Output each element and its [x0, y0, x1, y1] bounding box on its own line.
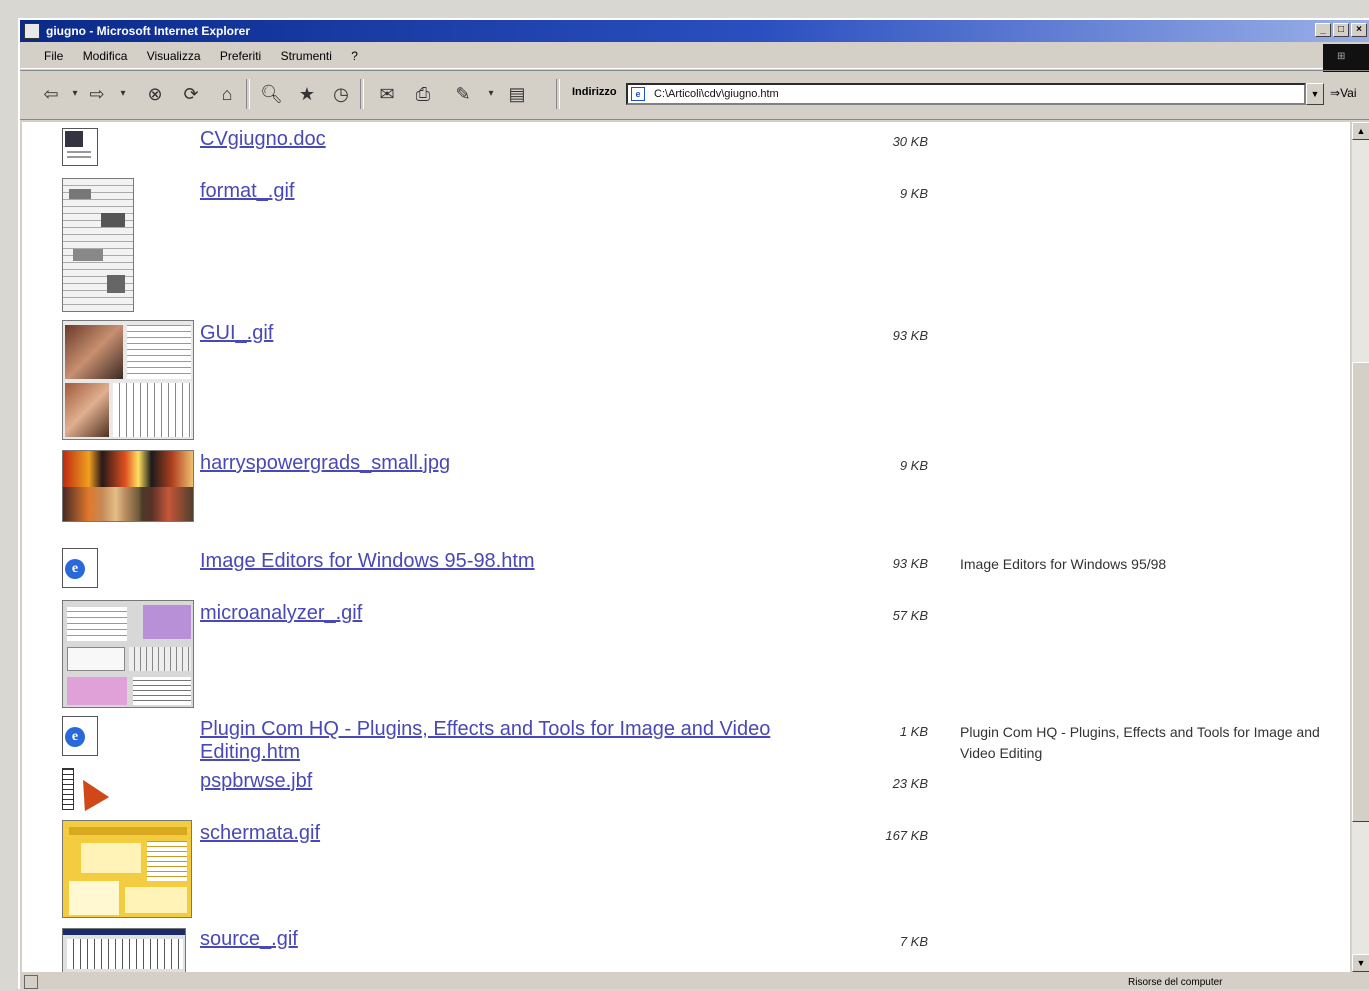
file-link[interactable]: microanalyzer_.gif	[200, 602, 830, 625]
menu-bar: File Modifica Visualizza Preferiti Strum…	[20, 44, 1369, 69]
file-size: 93 KB	[892, 556, 928, 571]
list-item: harryspowergrads_small.jpg 9 KB	[22, 450, 1350, 528]
window-controls: _ □ ×	[1315, 23, 1367, 37]
schermata-thumbnail[interactable]	[62, 820, 192, 918]
maximize-button[interactable]: □	[1333, 23, 1349, 37]
minimize-button[interactable]: _	[1315, 23, 1331, 37]
refresh-icon[interactable]: ⟳	[180, 83, 202, 105]
list-item: e Plugin Com HQ - Plugins, Effects and T…	[22, 716, 1350, 766]
format-thumbnail[interactable]	[62, 178, 134, 312]
file-size: 93 KB	[892, 328, 928, 343]
address-input[interactable]: e C:\Articoli\cdv\giugno.htm	[626, 83, 1306, 105]
file-size: 1 KB	[899, 724, 928, 739]
file-link[interactable]: CVgiugno.doc	[200, 128, 830, 151]
menu-file[interactable]: File	[44, 44, 63, 68]
file-link[interactable]: Image Editors for Windows 95-98.htm	[200, 550, 830, 573]
search-icon[interactable]: 🔍︎	[260, 83, 283, 105]
file-size: 9 KB	[899, 186, 928, 201]
gradients-thumbnail[interactable]	[62, 450, 194, 522]
address-label: Indirizzo	[572, 86, 617, 98]
address-value: C:\Articoli\cdv\giugno.htm	[654, 88, 779, 100]
page-status-icon	[24, 975, 38, 989]
list-item: pspbrwse.jbf 23 KB	[22, 768, 1350, 818]
edit-icon[interactable]: ✎	[452, 83, 474, 105]
address-dropdown-icon[interactable]: ▼	[1306, 83, 1324, 105]
menu-preferiti[interactable]: Preferiti	[220, 44, 261, 68]
windows-logo-throbber: ⊞	[1323, 44, 1369, 72]
file-size: 23 KB	[892, 776, 928, 791]
menu-help[interactable]: ?	[351, 44, 358, 68]
list-item: microanalyzer_.gif 57 KB	[22, 600, 1350, 716]
vertical-scrollbar[interactable]: ▲ ▼	[1352, 122, 1369, 972]
toolbar-separator	[246, 79, 250, 109]
print-icon[interactable]: ⎙	[412, 83, 434, 105]
menu-strumenti[interactable]: Strumenti	[281, 44, 332, 68]
status-zone: Risorse del computer	[1128, 977, 1223, 988]
microanalyzer-thumbnail[interactable]	[62, 600, 194, 708]
file-description: Image Editors for Windows 95/98	[960, 556, 1167, 572]
list-item: e Image Editors for Windows 95-98.htm 93…	[22, 548, 1350, 598]
back-dropdown-icon[interactable]: ▾	[64, 83, 86, 105]
status-bar: Risorse del computer	[20, 974, 1369, 991]
toolbar-separator	[360, 79, 364, 109]
favorites-icon[interactable]: ★	[296, 83, 318, 105]
file-size: 9 KB	[899, 458, 928, 473]
edit-dropdown-icon[interactable]: ▾	[480, 83, 502, 105]
file-link[interactable]: Plugin Com HQ - Plugins, Effects and Too…	[200, 718, 830, 764]
file-link[interactable]: schermata.gif	[200, 822, 830, 845]
file-link[interactable]: pspbrwse.jbf	[200, 770, 830, 793]
window-title: giugno - Microsoft Internet Explorer	[46, 24, 251, 38]
close-button[interactable]: ×	[1351, 23, 1367, 37]
toolbar-separator	[556, 79, 560, 109]
list-item: GUI_.gif 93 KB	[22, 320, 1350, 446]
source-thumbnail[interactable]	[62, 928, 186, 972]
file-link[interactable]: GUI_.gif	[200, 322, 830, 345]
browser-window: giugno - Microsoft Internet Explorer _ □…	[18, 18, 1369, 989]
forward-dropdown-icon[interactable]: ▾	[112, 83, 134, 105]
home-icon[interactable]: ⌂	[216, 83, 238, 105]
forward-arrow-icon[interactable]: ⇨	[86, 83, 108, 105]
gui-thumbnail[interactable]	[62, 320, 194, 440]
file-description: Plugin Com HQ - Plugins, Effects and Too…	[960, 724, 1320, 761]
file-size: 7 KB	[899, 934, 928, 949]
page-icon: e	[631, 87, 645, 101]
scroll-thumb[interactable]	[1352, 362, 1369, 822]
list-item: source_.gif 7 KB	[22, 926, 1350, 972]
file-size: 30 KB	[892, 134, 928, 149]
stop-icon[interactable]: ⊗	[144, 83, 166, 105]
history-icon[interactable]: ◷	[330, 83, 352, 105]
file-size: 57 KB	[892, 608, 928, 623]
title-bar: giugno - Microsoft Internet Explorer _ □…	[20, 20, 1369, 42]
file-listing: CVgiugno.doc 30 KB format_.gif 9 KB GUI_…	[22, 122, 1350, 972]
scroll-up-icon[interactable]: ▲	[1352, 122, 1369, 140]
menu-modifica[interactable]: Modifica	[83, 44, 128, 68]
file-link[interactable]: format_.gif	[200, 180, 830, 203]
file-size: 167 KB	[885, 828, 928, 843]
discuss-icon[interactable]: ▤	[506, 83, 528, 105]
go-button[interactable]: ⇒Vai	[1330, 86, 1357, 100]
list-item: schermata.gif 167 KB	[22, 820, 1350, 926]
scroll-down-icon[interactable]: ▼	[1352, 954, 1369, 972]
list-item: CVgiugno.doc 30 KB	[22, 126, 1350, 176]
list-item: format_.gif 9 KB	[22, 178, 1350, 318]
mail-icon[interactable]: ✉	[376, 83, 398, 105]
ie-app-icon[interactable]	[24, 23, 40, 39]
back-arrow-icon[interactable]: ⇦	[40, 83, 62, 105]
menu-visualizza[interactable]: Visualizza	[147, 44, 201, 68]
toolbar: ⇦ ▾ ⇨ ▾ ⊗ ⟳ ⌂ 🔍︎ ★ ◷ ✉ ⎙ ✎ ▾ ▤ Indirizzo…	[20, 70, 1369, 120]
file-link[interactable]: source_.gif	[200, 928, 830, 951]
go-label: Vai	[1340, 86, 1357, 100]
file-link[interactable]: harryspowergrads_small.jpg	[200, 452, 830, 475]
